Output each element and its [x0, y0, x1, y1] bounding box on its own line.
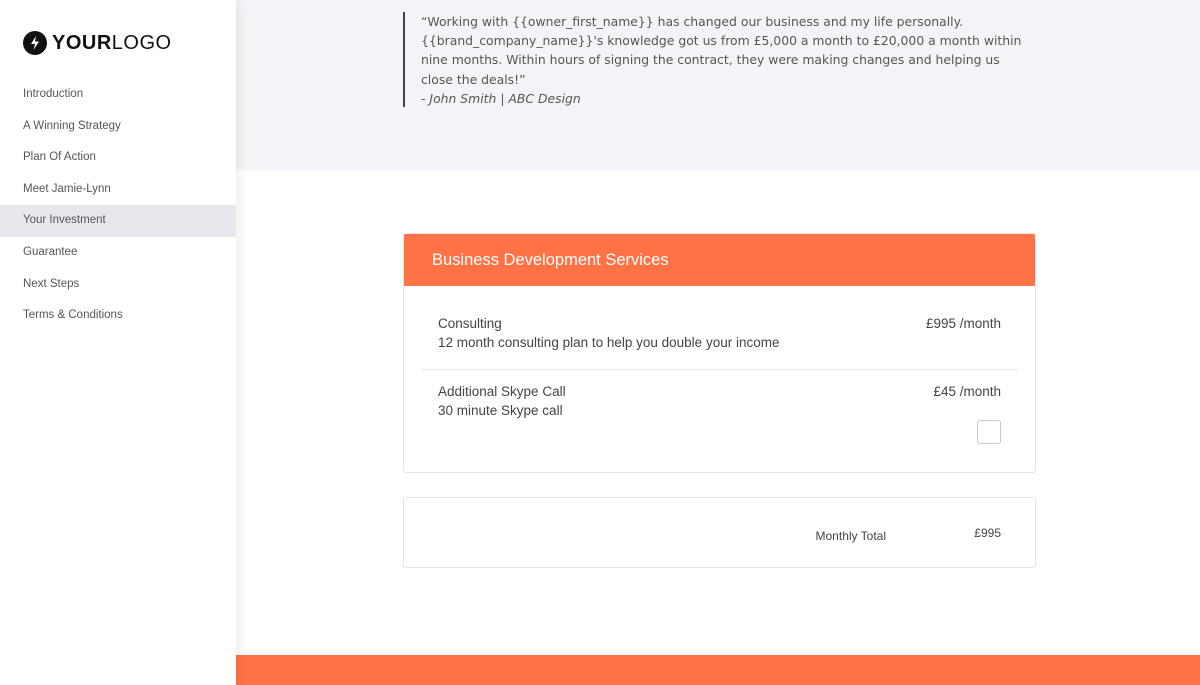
total-card: Monthly Total £995 [403, 497, 1036, 568]
pricing-item-price: £45 /month [933, 384, 1001, 399]
testimonial-section: “Working with {{owner_first_name}} has c… [236, 0, 1200, 170]
logo-text: YOURLOGO [52, 32, 172, 55]
sidebar-item-guarantee[interactable]: Guarantee [0, 237, 236, 269]
monthly-total-value: £995 [974, 526, 1001, 540]
sidebar-item-introduction[interactable]: Introduction [0, 79, 236, 111]
pricing-item-description: 30 minute Skype call [438, 403, 563, 418]
sidebar-item-plan-of-action[interactable]: Plan Of Action [0, 142, 236, 174]
sidebar-item-a-winning-strategy[interactable]: A Winning Strategy [0, 111, 236, 143]
skype-call-checkbox[interactable] [977, 420, 1001, 444]
sidebar-item-next-steps[interactable]: Next Steps [0, 269, 236, 301]
pricing-item: Consulting 12 month consulting plan to h… [421, 286, 1018, 370]
monthly-total-label: Monthly Total [815, 529, 886, 543]
testimonial-attribution: - John Smith | ABC Design [421, 90, 581, 106]
sidebar: YOURLOGO Introduction A Winning Strategy… [0, 0, 236, 685]
logo-text-light: LOGO [111, 31, 172, 54]
logo-text-bold: YOUR [52, 31, 112, 54]
sidebar-item-your-investment[interactable]: Your Investment [0, 205, 236, 237]
sidebar-item-terms-conditions[interactable]: Terms & Conditions [0, 300, 236, 332]
sidebar-item-meet-jamie-lynn[interactable]: Meet Jamie-Lynn [0, 174, 236, 206]
pricing-item-title: Additional Skype Call [438, 384, 566, 399]
pricing-item-title: Consulting [438, 316, 502, 331]
pricing-card: Business Development Services Consulting… [403, 233, 1036, 473]
lightning-bolt-icon [23, 31, 47, 55]
logo[interactable]: YOURLOGO [23, 31, 172, 55]
testimonial-line: {{brand_company_name}}'s knowledge got u… [421, 33, 1022, 49]
testimonial-line: nine months. Within hours of signing the… [421, 52, 1000, 68]
testimonial-quote: “Working with {{owner_first_name}} has c… [403, 12, 1023, 107]
main-content: “Working with {{owner_first_name}} has c… [236, 0, 1200, 685]
testimonial-line: “Working with {{owner_first_name}} has c… [421, 14, 964, 29]
footer-band [236, 655, 1200, 685]
pricing-item-description: 12 month consulting plan to help you dou… [438, 335, 780, 350]
pricing-item: Additional Skype Call 30 minute Skype ca… [421, 370, 1018, 472]
pricing-item-price: £995 /month [925, 316, 1001, 331]
testimonial-line: close the deals!” [421, 71, 526, 87]
pricing-card-header: Business Development Services [404, 234, 1035, 286]
sidebar-nav: Introduction A Winning Strategy Plan Of … [0, 79, 236, 332]
